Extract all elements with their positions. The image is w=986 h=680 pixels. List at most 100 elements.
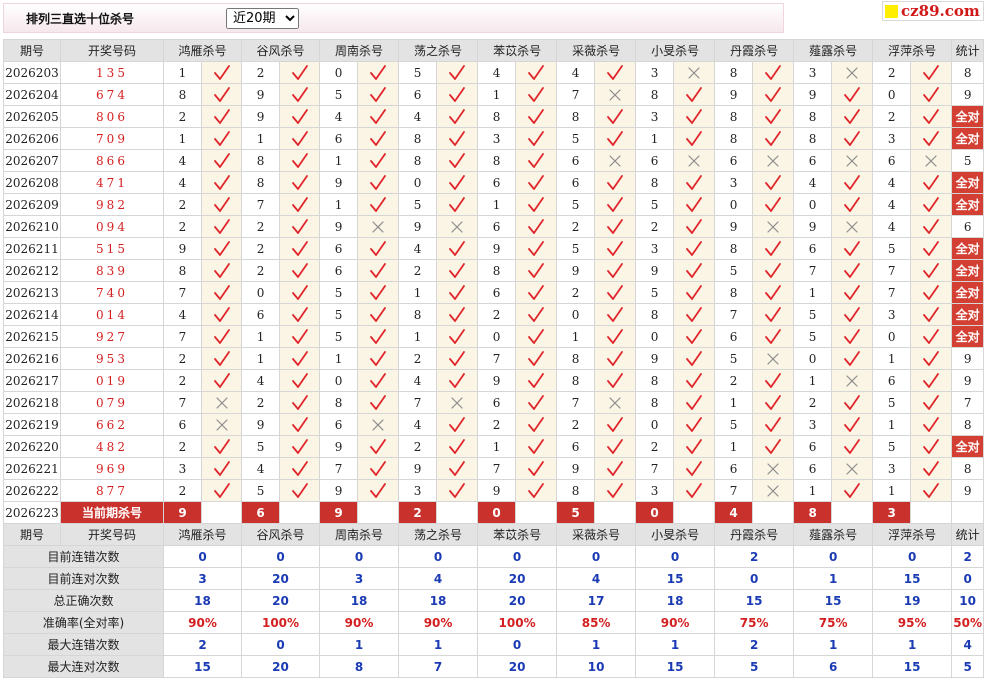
check-icon <box>370 64 386 80</box>
kill-hit-mark <box>594 413 637 436</box>
kill-value: 4 <box>872 193 912 216</box>
kill-hit-mark <box>279 215 321 238</box>
check-icon <box>923 284 940 300</box>
issue-number: 2026222 <box>3 479 61 502</box>
kill-hit-mark <box>752 83 795 106</box>
kill-value: 9 <box>319 215 359 238</box>
check-icon <box>213 130 230 146</box>
kill-miss-mark <box>594 391 637 414</box>
kill-hit-mark <box>910 259 953 282</box>
kill-hit-mark <box>515 325 558 348</box>
kill-miss-mark <box>200 413 243 436</box>
kill-hit-mark <box>752 391 795 414</box>
cross-icon <box>215 418 228 431</box>
kill-value: 1 <box>793 369 833 392</box>
stat-value: 20 <box>477 655 558 678</box>
check-icon <box>370 372 386 388</box>
stat-value: 19 <box>872 589 953 612</box>
kill-miss-mark <box>752 457 795 480</box>
blank-cell <box>357 501 400 524</box>
check-icon <box>449 416 465 432</box>
issue-number: 2026204 <box>3 83 61 106</box>
kill-value: 5 <box>872 435 912 458</box>
kill-value: 2 <box>398 259 438 282</box>
stat-value: 90% <box>319 611 400 634</box>
check-icon <box>844 482 861 498</box>
check-icon <box>844 196 861 212</box>
cross-icon <box>609 396 621 409</box>
draw-number: 953 <box>60 347 164 370</box>
current-kill-value: 6 <box>241 501 281 524</box>
check-icon <box>686 284 702 300</box>
kill-hit-mark <box>515 61 558 84</box>
cross-icon <box>846 154 858 167</box>
kill-value: 6 <box>635 149 675 172</box>
check-icon <box>923 86 940 102</box>
check-icon <box>686 350 702 366</box>
blank-cell <box>951 501 985 524</box>
kill-value: 0 <box>714 193 754 216</box>
check-icon <box>213 438 230 454</box>
check-icon <box>686 306 702 322</box>
kill-hit-mark <box>357 193 400 216</box>
check-icon <box>370 130 386 146</box>
stat-value: 6 <box>793 655 874 678</box>
cross-icon <box>767 154 779 167</box>
check-icon <box>686 130 702 146</box>
table-row: 2026218 079 7 2 8 7 6 7 8 1 2 5 7 <box>3 391 985 414</box>
check-icon <box>844 438 861 454</box>
period-select[interactable]: 近20期 <box>226 8 299 29</box>
cross-icon <box>846 66 858 79</box>
check-icon <box>607 262 623 278</box>
kill-value: 1 <box>477 193 517 216</box>
column-header: 荡之杀号 <box>398 523 479 546</box>
kill-hit-mark <box>910 105 953 128</box>
kill-value: 8 <box>477 149 517 172</box>
kill-hit-mark <box>752 281 795 304</box>
kill-hit-mark <box>436 83 479 106</box>
check-icon <box>923 350 940 366</box>
check-icon <box>370 438 386 454</box>
kill-hit-mark <box>673 479 716 502</box>
kill-value: 2 <box>163 479 202 502</box>
kill-value: 1 <box>398 325 438 348</box>
check-icon <box>923 218 940 234</box>
check-icon <box>213 262 230 278</box>
blank-cell <box>515 501 558 524</box>
kill-hit-mark <box>831 237 874 260</box>
table-row: 2026210 094 2 2 9 9 6 2 2 9 9 4 6 <box>3 215 985 238</box>
cross-icon <box>767 484 779 497</box>
check-icon <box>213 218 230 234</box>
kill-value: 3 <box>793 61 833 84</box>
check-icon <box>213 196 230 212</box>
kill-value: 9 <box>635 259 675 282</box>
table-row: 2026203 135 1 2 0 5 4 4 3 8 3 2 8 <box>3 61 985 84</box>
issue-number: 2026215 <box>3 325 61 348</box>
kill-hit-mark <box>515 215 558 238</box>
site-logo[interactable]: cz89.com <box>882 1 984 21</box>
kill-value: 2 <box>163 435 202 458</box>
kill-hit-mark <box>279 105 321 128</box>
check-icon <box>528 372 544 388</box>
kill-hit-mark <box>673 457 716 480</box>
kill-hit-mark <box>594 61 637 84</box>
kill-value: 9 <box>477 479 517 502</box>
kill-value: 8 <box>163 83 202 106</box>
stat-value: 1 <box>872 633 953 656</box>
stat-value: 0 <box>793 545 874 568</box>
stat-value: 10 <box>556 655 637 678</box>
check-icon <box>449 64 465 80</box>
kill-value: 6 <box>319 237 359 260</box>
kill-value: 2 <box>556 215 596 238</box>
check-icon <box>686 218 702 234</box>
kill-hit-mark <box>436 457 479 480</box>
issue-number: 2026211 <box>3 237 61 260</box>
draw-number: 471 <box>60 171 164 194</box>
check-icon <box>449 196 465 212</box>
check-icon <box>370 306 386 322</box>
check-icon <box>765 394 782 410</box>
kill-value: 9 <box>241 83 281 106</box>
kill-hit-mark <box>831 413 874 436</box>
row-stat: 5 <box>951 149 985 172</box>
kill-value: 5 <box>793 303 833 326</box>
